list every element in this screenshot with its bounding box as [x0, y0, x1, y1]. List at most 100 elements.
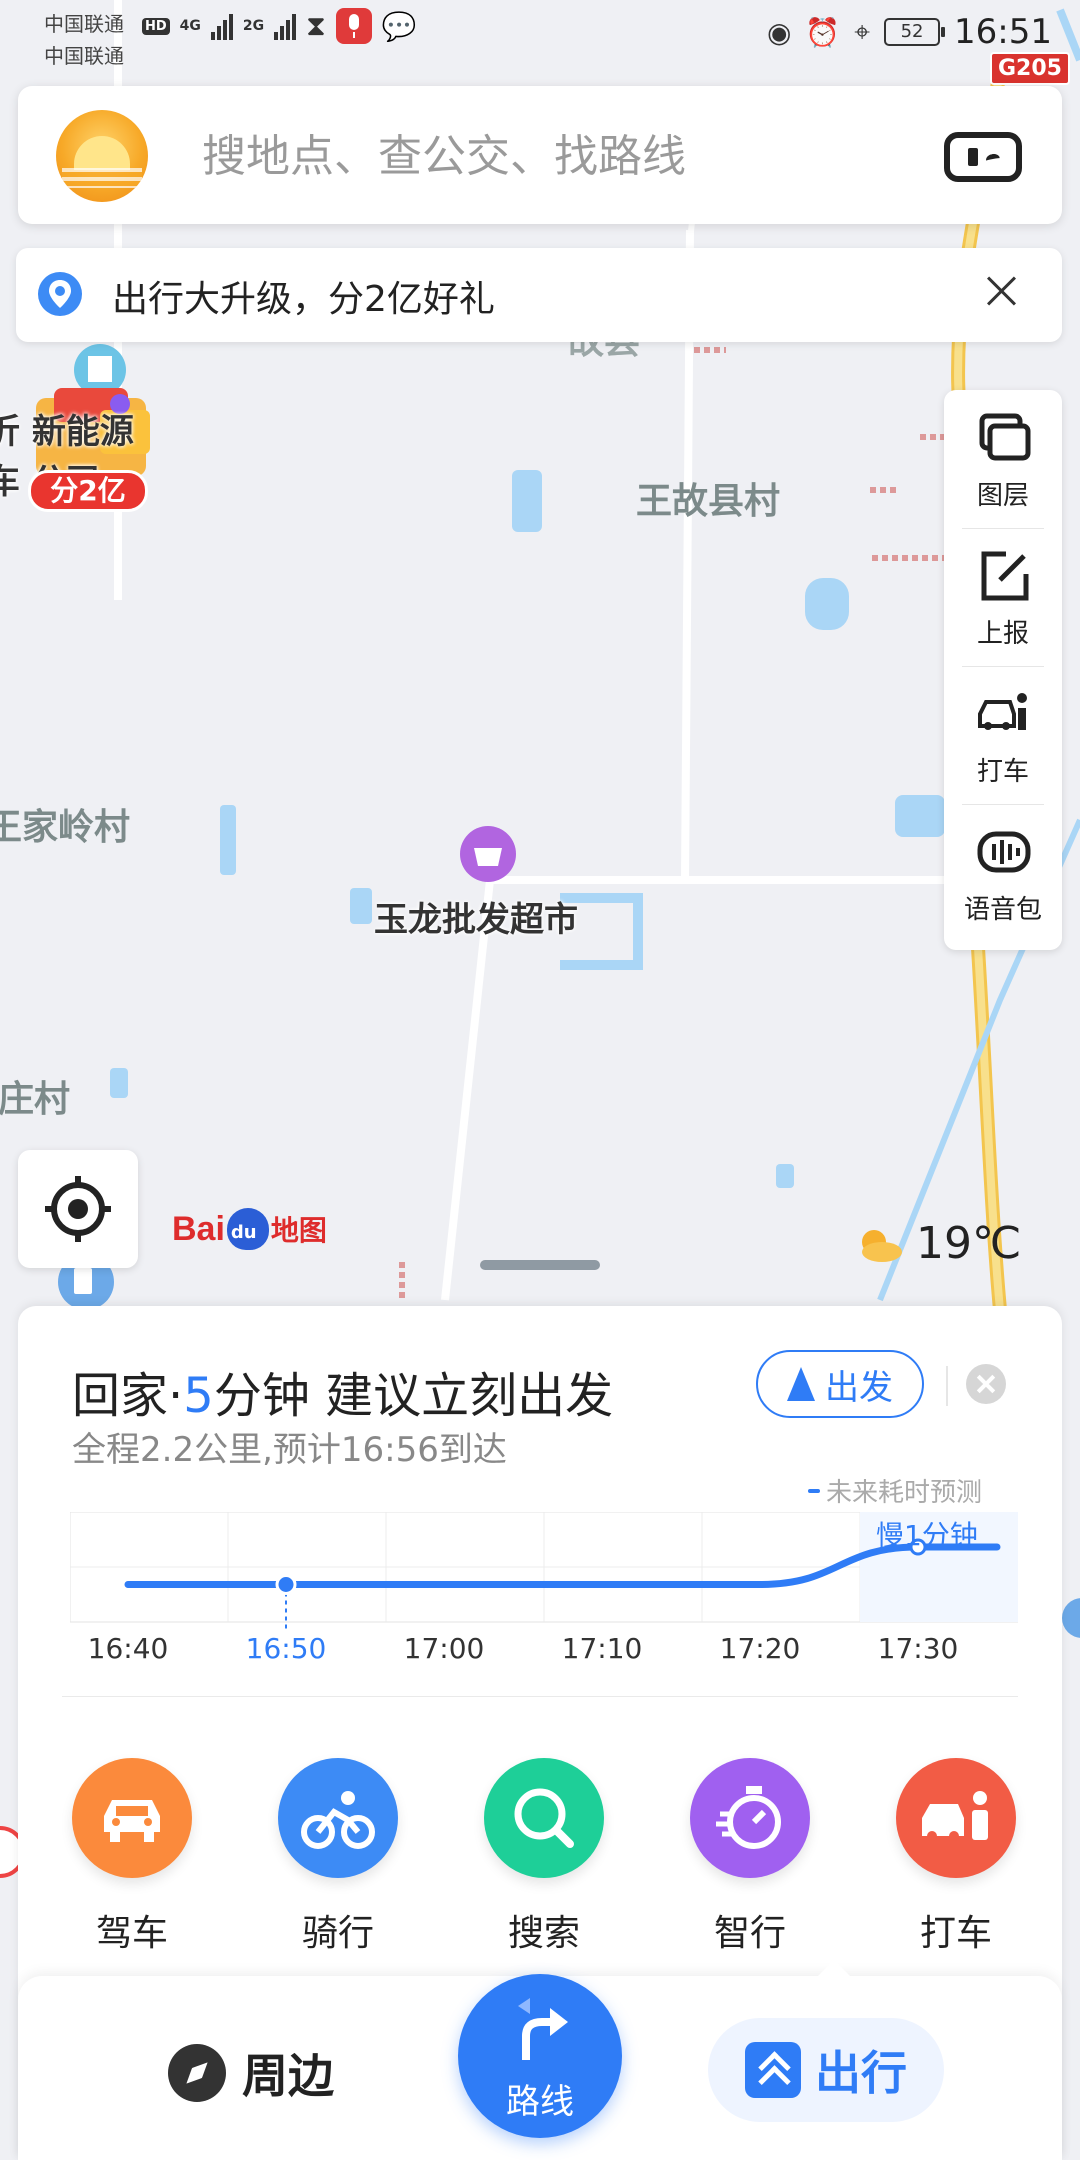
- nav-route-button[interactable]: 路线: [458, 1974, 622, 2138]
- weather-widget[interactable]: 19℃: [854, 1218, 1021, 1269]
- chat-icon: 💬: [381, 9, 417, 43]
- x-tick-label: 17:20: [719, 1632, 801, 1665]
- nav-nearby-label: 周边: [242, 2049, 334, 2103]
- status-left-icons: HD 4G 2G ⧗ 💬: [142, 8, 417, 44]
- bottom-nav: 周边 路线 出行: [18, 1960, 1062, 2160]
- signal-icon: [210, 12, 233, 40]
- logo-bai: Bai: [172, 1209, 225, 1248]
- tool-taxi[interactable]: 打车: [944, 666, 1062, 802]
- partly-cloudy-icon: [862, 1229, 902, 1262]
- hourglass-icon: ⧗: [306, 9, 326, 42]
- nav-nearby[interactable]: 周边: [168, 2040, 334, 2106]
- location-pin-icon: [38, 272, 82, 316]
- mode-search[interactable]: 搜索: [464, 1758, 624, 1956]
- map-label-zhuang-village[interactable]: 庄村: [0, 1070, 70, 1122]
- logo-du: du: [230, 1222, 257, 1243]
- mode-taxi-label: 打车: [919, 1913, 992, 1954]
- tool-layers[interactable]: 图层: [944, 390, 1062, 526]
- search-input[interactable]: [202, 126, 852, 186]
- divider: [62, 1696, 1018, 1697]
- tool-layers-label: 图层: [976, 481, 1029, 511]
- voice-pack-icon: [977, 831, 1031, 873]
- x-tick-label: 17:10: [561, 1632, 643, 1665]
- mode-bike[interactable]: 骑行: [258, 1758, 418, 1956]
- nav-travel[interactable]: 出行: [708, 2018, 944, 2122]
- status-right-icons: ◉ ⏰ ⌖ 52 16:51: [767, 12, 1052, 52]
- x-tick-label: 17:00: [403, 1632, 485, 1665]
- mode-smart-travel[interactable]: 智行: [670, 1758, 830, 1956]
- layers-icon: [979, 413, 1031, 461]
- drag-handle[interactable]: [480, 1260, 600, 1270]
- promo-banner[interactable]: 出行大升级，分2亿好礼: [16, 248, 1062, 342]
- tool-report[interactable]: 上报: [944, 528, 1062, 664]
- report-icon: [981, 551, 1029, 601]
- location-icon: ⌖: [854, 15, 871, 48]
- mode-taxi[interactable]: 打车: [876, 1758, 1036, 1956]
- map-tools-panel: 图层 上报 打车 语音包: [944, 390, 1062, 950]
- logo-map-text: 地图: [270, 1214, 327, 1247]
- carrier-1: 中国联通: [44, 12, 124, 36]
- mode-drive[interactable]: 驾车: [52, 1758, 212, 1956]
- commute-title: 回家·5分钟 建议立刻出发: [72, 1356, 613, 1426]
- microphone-icon: [335, 8, 372, 44]
- crosshair-icon: [45, 1176, 111, 1242]
- commute-subtitle: 全程2.2公里,预计16:56到达: [72, 1430, 507, 1470]
- app-root: 故县 王故县村 王家岭村 庄村 沂 新能源 车 公司 玉龙批发超市 分2亿 中国…: [0, 0, 1080, 2160]
- nav-travel-label: 出行: [815, 2046, 907, 2100]
- search-icon: [484, 1758, 604, 1878]
- depart-button-label: 出发: [825, 1367, 893, 1408]
- forecast-legend-label: 未来耗时预测: [826, 1478, 983, 1508]
- map-label-supermarket[interactable]: 玉龙批发超市: [374, 892, 578, 941]
- carrier-2: 中国联通: [44, 44, 124, 68]
- close-icon[interactable]: [980, 268, 1024, 312]
- network-type-1: 4G: [179, 18, 201, 34]
- weather-temperature: 19℃: [916, 1218, 1022, 1269]
- mode-search-label: 搜索: [507, 1913, 580, 1954]
- depart-button[interactable]: 出发: [756, 1350, 924, 1418]
- map-label-wangjialing-village[interactable]: 王家岭村: [0, 798, 130, 850]
- current-point: [275, 1574, 297, 1595]
- network-type-2: 2G: [242, 18, 265, 34]
- commute-title-prefix: 回家·: [72, 1368, 184, 1424]
- locate-me-button[interactable]: [18, 1150, 138, 1268]
- signal-icon-2: [274, 12, 297, 40]
- compass-icon: [168, 2044, 226, 2102]
- status-time: 16:51: [954, 12, 1052, 52]
- promo-text: 出行大升级，分2亿好礼: [112, 279, 495, 320]
- mode-drive-label: 驾车: [95, 1913, 168, 1954]
- battery-indicator: 52: [884, 18, 946, 46]
- tool-taxi-label: 打车: [976, 757, 1029, 787]
- car-icon: [72, 1758, 192, 1878]
- voice-assistant-icon[interactable]: [944, 132, 1022, 182]
- logo-paw-icon: du: [226, 1208, 269, 1250]
- eye-icon: ◉: [766, 15, 792, 49]
- commute-title-suffix: 分钟 建议立刻出发: [213, 1368, 614, 1424]
- promo-map-badge[interactable]: 分2亿: [28, 470, 148, 512]
- tool-voice-pack[interactable]: 语音包: [944, 804, 1062, 940]
- bike-icon: [278, 1758, 398, 1878]
- status-bar: 中国联通 中国联通 HD 4G 2G ⧗ 💬 ◉ ⏰ ⌖ 52 16:51: [0, 0, 1080, 70]
- map-label-wangguxian-village[interactable]: 王故县村: [636, 472, 780, 524]
- stopwatch-icon: [690, 1758, 810, 1878]
- highway-badge[interactable]: G205: [990, 52, 1070, 85]
- divider: [946, 1366, 948, 1406]
- promo-map-badge-text: 分2亿: [50, 474, 126, 507]
- taxi-icon: [978, 693, 1027, 730]
- commute-minutes: 5: [183, 1368, 214, 1424]
- navigation-arrow-icon: [787, 1367, 815, 1401]
- hd-badge: HD: [142, 17, 170, 35]
- avatar[interactable]: [56, 110, 148, 202]
- alarm-icon: ⏰: [805, 15, 841, 49]
- legend-swatch: [808, 1488, 820, 1493]
- close-card-icon[interactable]: [966, 1364, 1006, 1404]
- search-bar: [18, 86, 1062, 224]
- taxi-icon: [896, 1758, 1016, 1878]
- nav-pointer: [818, 1960, 850, 1976]
- tool-voice-pack-label: 语音包: [963, 895, 1042, 925]
- mode-smart-travel-label: 智行: [713, 1913, 786, 1954]
- slow-note-label: 慢1分钟: [876, 1519, 978, 1552]
- tool-report-label: 上报: [976, 619, 1029, 649]
- nav-route-label: 路线: [506, 2082, 574, 2122]
- map-label-energy-company-line1[interactable]: 沂 新能源: [0, 404, 134, 453]
- route-turn-icon: [518, 1998, 568, 2060]
